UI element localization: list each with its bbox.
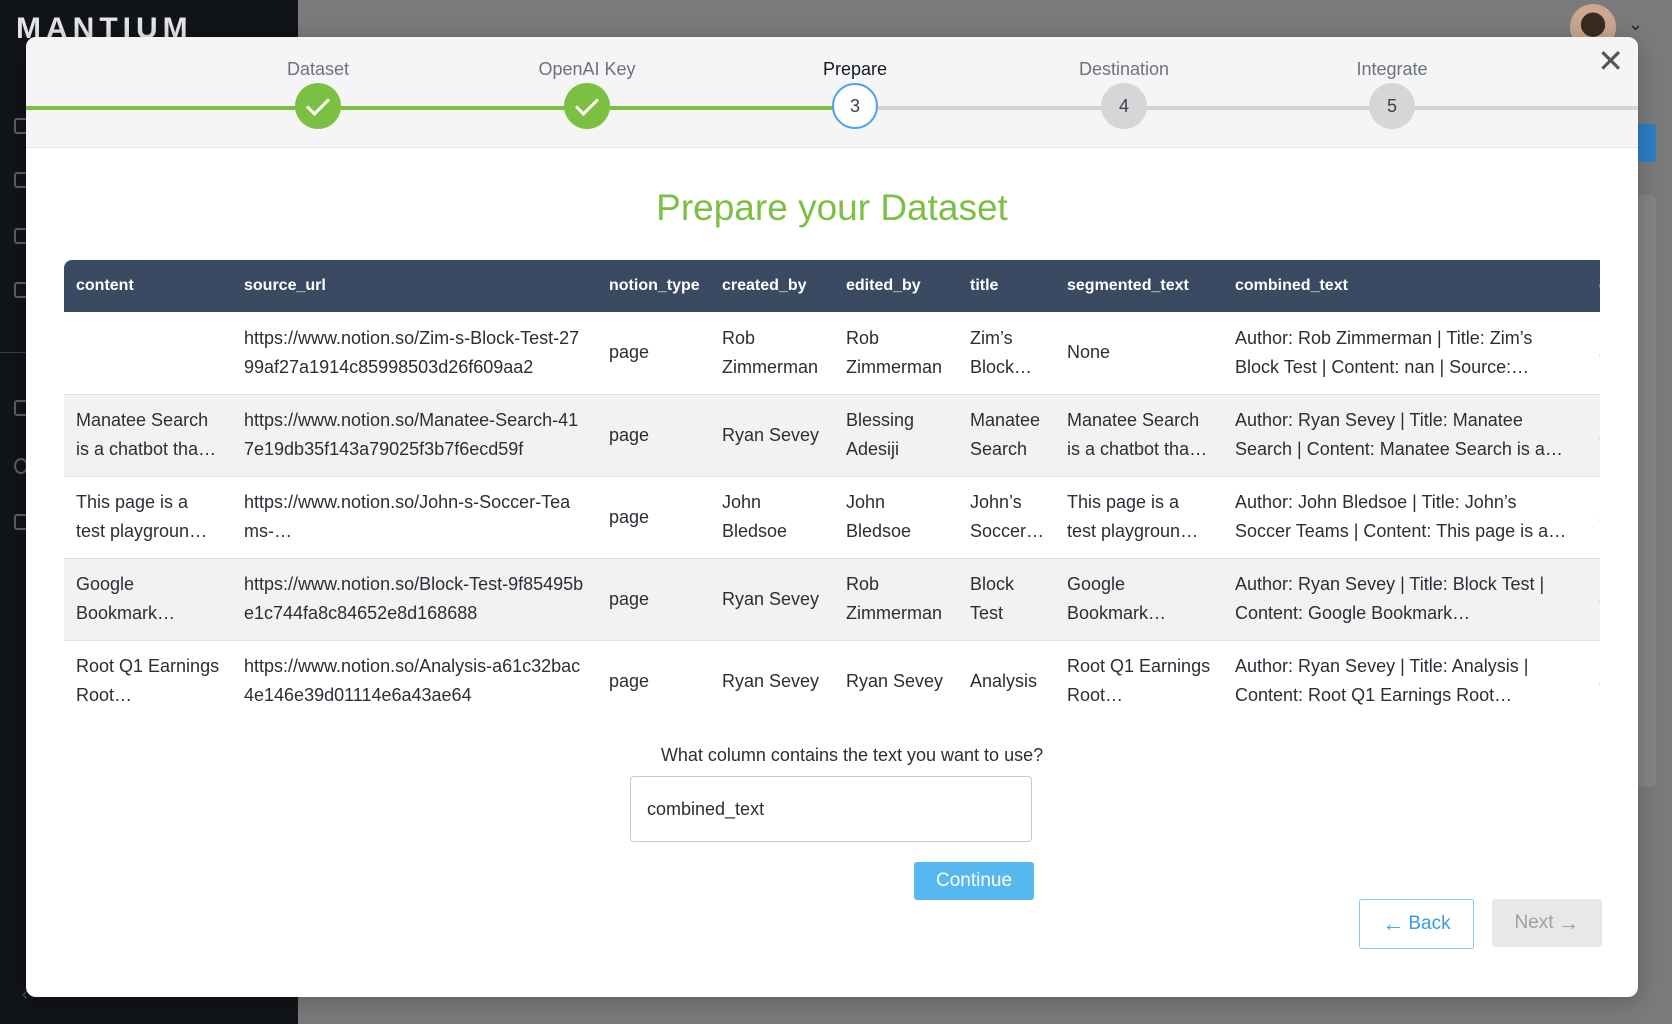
background-panel <box>1638 195 1656 787</box>
column-header: edited_by <box>834 260 958 312</box>
stepper-track-complete <box>26 106 856 110</box>
table-cell: This page is a test playgroun… <box>76 492 208 541</box>
table-row: https://www.notion.so/Zim-s-Block-Test-2… <box>64 312 1600 395</box>
column-header: source_url <box>232 260 597 312</box>
table-cell: Google Bookmark… <box>1067 574 1167 623</box>
table-cell: Manatee Search is a chatbot tha… <box>1067 410 1208 459</box>
table-cell: Author: Ryan Sevey | Title: Manatee Sear… <box>1235 410 1563 459</box>
table-row: Google Bookmark… https://www.notion.so/B… <box>64 558 1600 641</box>
table-cell: Analysis <box>970 670 1038 691</box>
table-cell: Author: John Bledsoe | Title: John’s Soc… <box>1235 492 1567 541</box>
step-integrate: Integrate 5 <box>1302 57 1482 129</box>
next-button-label: Next <box>1514 912 1554 933</box>
step-openai-key: OpenAI Key <box>497 57 677 129</box>
column-question: What column contains the text you want t… <box>660 745 1044 765</box>
next-button[interactable]: Next → <box>1492 899 1602 947</box>
step-prepare: Prepare 3 <box>765 57 945 129</box>
table-cell: Zim’s Block… <box>970 327 1033 377</box>
table-cell: a t <box>1599 503 1600 532</box>
table-cell: a t <box>1599 338 1600 367</box>
table-cell: Rob Zimmerman <box>846 574 943 623</box>
step-number: 4 <box>1101 83 1147 129</box>
step-number: 3 <box>832 83 878 129</box>
background-blue-button <box>1636 124 1656 162</box>
step-label: Prepare <box>822 59 888 79</box>
table-row: Manatee Search is a chatbot tha… https:/… <box>64 394 1600 477</box>
column-header: created_by <box>710 260 834 312</box>
table-cell: John Bledsoe <box>846 492 912 541</box>
table-cell: https://www.notion.so/Analysis-a61c32bac… <box>244 656 581 705</box>
step-label: Dataset <box>286 59 350 79</box>
table-cell: Ryan Sevey <box>846 670 944 691</box>
close-icon[interactable]: ✕ <box>1597 45 1624 77</box>
column-header: notion_type <box>597 260 710 312</box>
table-cell: None <box>1067 342 1111 363</box>
table-cell: Ryan Sevey <box>722 424 820 445</box>
table-row: This page is a test playgroun… https://w… <box>64 476 1600 559</box>
continue-button[interactable]: Continue <box>914 862 1034 900</box>
table-cell: Manatee Search <box>970 410 1041 459</box>
chevron-down-icon: ⌄ <box>1628 14 1644 34</box>
column-header: c <box>1587 260 1600 312</box>
table-cell: a s <box>1599 421 1600 450</box>
table-cell: Root Q1 Earnings Root… <box>76 656 220 705</box>
table-cell: Ryan Sevey <box>722 588 820 609</box>
arrow-left-icon: ← <box>1382 911 1405 936</box>
table-cell: Author: Rob Zimmerman | Title: Zim’s Blo… <box>1235 327 1533 377</box>
table-cell: John Bledsoe <box>722 492 788 541</box>
prepare-dataset-modal: Dataset OpenAI Key Prepare 3 Destination… <box>26 37 1638 997</box>
wizard-stepper: Dataset OpenAI Key Prepare 3 Destination… <box>26 37 1638 148</box>
table-cell: page <box>609 506 650 527</box>
table-cell: Rob Zimmerman <box>846 327 943 377</box>
table-cell: https://www.notion.so/Manatee-Search-417… <box>244 410 579 459</box>
column-header: title <box>958 260 1055 312</box>
table-cell: page <box>609 588 650 609</box>
table-cell: Manatee Search is a chatbot tha… <box>76 410 217 459</box>
step-dataset: Dataset <box>228 57 408 129</box>
table-cell: Ryan Sevey <box>722 670 820 691</box>
table-cell: https://www.notion.so/Block-Test-9f85495… <box>244 574 584 623</box>
back-button[interactable]: ← Back <box>1359 899 1474 949</box>
table-cell: page <box>609 342 650 363</box>
table-header-row: content source_url notion_type created_b… <box>64 260 1600 312</box>
checkmark-icon <box>564 83 610 129</box>
table-cell: John’s Soccer… <box>970 492 1043 541</box>
step-number: 5 <box>1369 83 1415 129</box>
table-cell: a c <box>1599 585 1600 614</box>
table-cell: Block Test <box>970 574 1015 623</box>
column-header: content <box>64 260 232 312</box>
table-cell: Blessing Adesiji <box>846 410 915 459</box>
table-cell: This page is a test playgroun… <box>1067 492 1199 541</box>
back-button-label: Back <box>1408 913 1451 934</box>
step-label: OpenAI Key <box>538 59 636 79</box>
table-cell: Root Q1 Earnings Root… <box>1067 656 1211 705</box>
column-header: segmented_text <box>1055 260 1223 312</box>
stepper-track-remaining <box>856 106 1638 110</box>
checkmark-icon <box>295 83 341 129</box>
table-row: Root Q1 Earnings Root… https://www.notio… <box>64 640 1600 720</box>
text-column-input[interactable] <box>630 776 1032 842</box>
dataset-preview-table[interactable]: content source_url notion_type created_b… <box>64 260 1600 720</box>
table-cell: https://www.notion.so/John-s-Soccer-Team… <box>244 492 571 541</box>
step-label: Integrate <box>1356 59 1428 79</box>
table-cell: page <box>609 424 650 445</box>
table-cell: Rob Zimmerman <box>722 327 819 377</box>
sidebar-divider <box>0 352 26 353</box>
table-cell: a c <box>1599 667 1600 696</box>
table-cell: Author: Ryan Sevey | Title: Analysis | C… <box>1235 656 1529 705</box>
table-cell: Author: Ryan Sevey | Title: Block Test |… <box>1235 574 1545 623</box>
arrow-right-icon: → <box>1557 910 1580 935</box>
table-cell: https://www.notion.so/Zim-s-Block-Test-2… <box>244 327 580 377</box>
page-title: Prepare your Dataset <box>656 187 1008 228</box>
table-cell: Google Bookmark… <box>76 574 176 623</box>
step-label: Destination <box>1078 59 1170 79</box>
column-header: combined_text <box>1223 260 1587 312</box>
table-cell: page <box>609 670 650 691</box>
step-destination: Destination 4 <box>1034 57 1214 129</box>
